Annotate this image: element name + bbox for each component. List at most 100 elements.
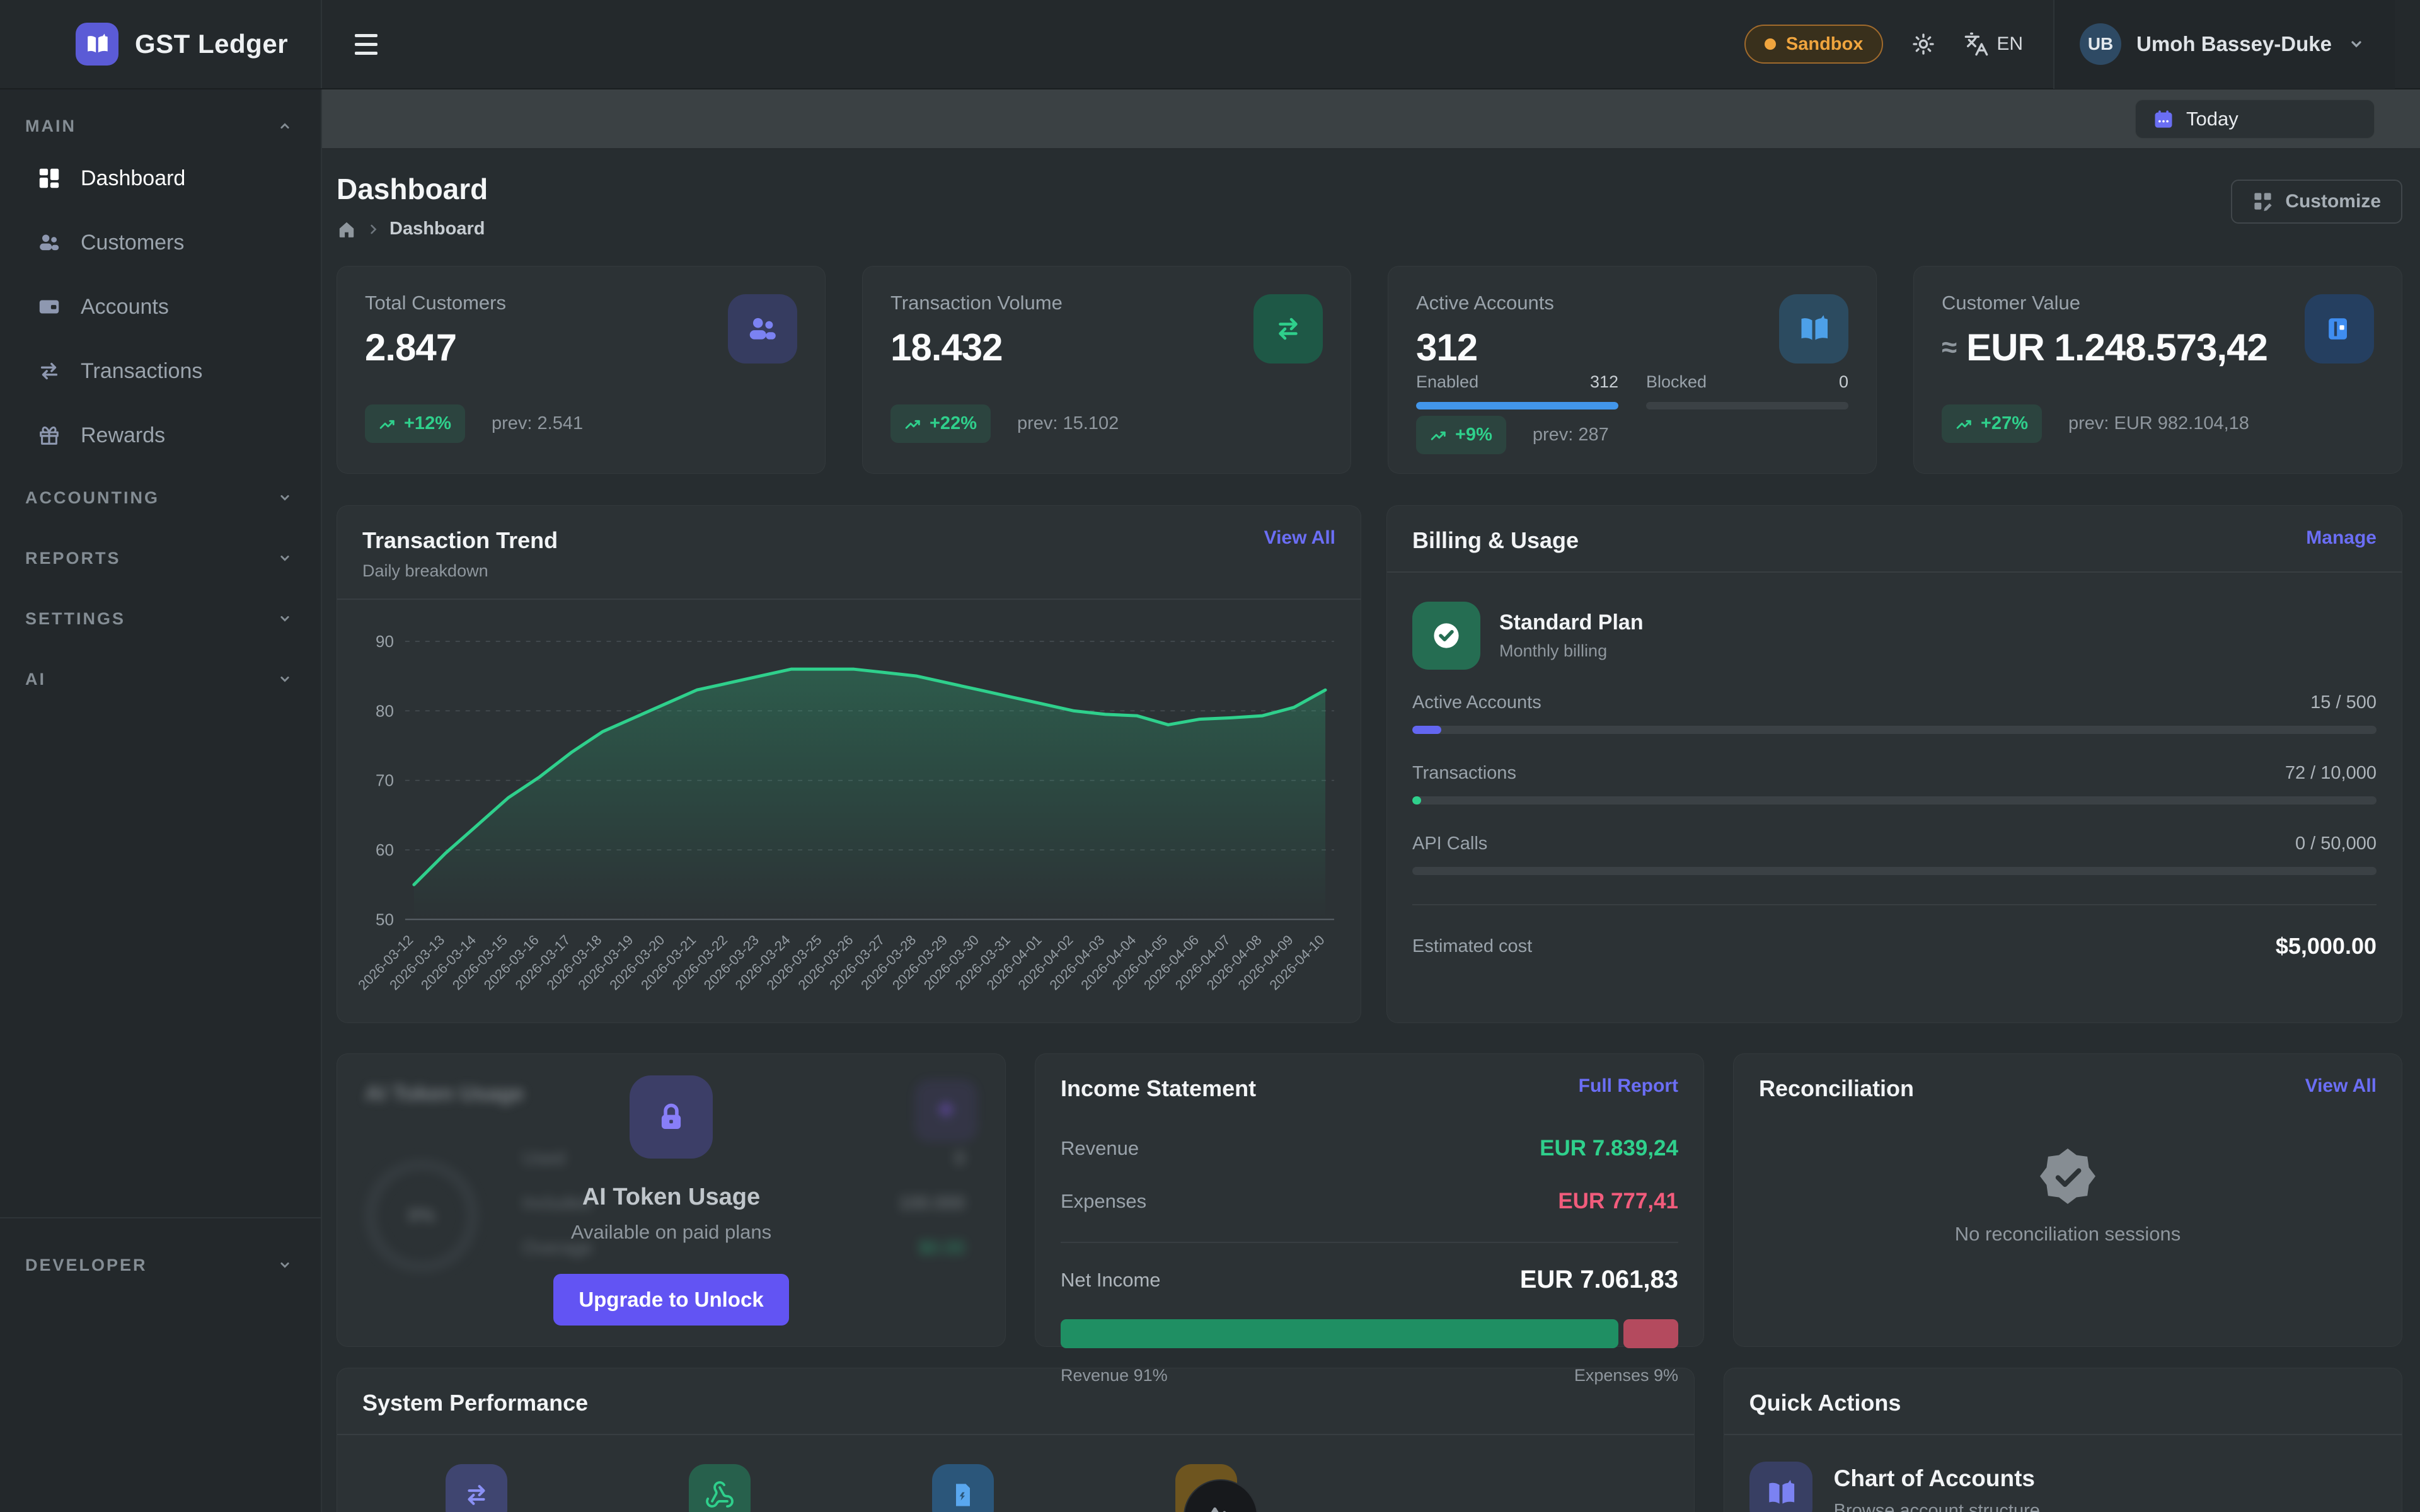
sidebar: MAIN Dashboard Customers Accounts bbox=[0, 89, 322, 1512]
sidebar-item-dashboard[interactable]: Dashboard bbox=[0, 146, 321, 210]
plan-name: Standard Plan bbox=[1499, 610, 1644, 635]
delta-badge: +27% bbox=[1942, 404, 2042, 443]
sidebar-toggle-button[interactable] bbox=[355, 24, 395, 64]
delta-badge: +9% bbox=[1416, 416, 1506, 454]
quick-action-chart-of-accounts[interactable]: Chart of Accounts Browse account structu… bbox=[1749, 1462, 2377, 1512]
sidebar-section-accounting[interactable]: ACCOUNTING bbox=[0, 467, 321, 528]
usage-list: Active Accounts 15 / 500 Transactions 72… bbox=[1387, 676, 2402, 875]
enabled-value: 312 bbox=[1590, 372, 1618, 392]
panel-subtitle: Daily breakdown bbox=[362, 561, 558, 581]
breadcrumb-current: Dashboard bbox=[389, 219, 485, 239]
panel-title: Quick Actions bbox=[1749, 1390, 1901, 1416]
sidebar-section-developer[interactable]: DEVELOPER bbox=[0, 1235, 321, 1295]
mountain-icon bbox=[1202, 1494, 1239, 1512]
transaction-trend-panel: Transaction Trend Daily breakdown View A… bbox=[337, 505, 1361, 1023]
upgrade-button[interactable]: Upgrade to Unlock bbox=[553, 1274, 788, 1326]
billing-usage-panel: Billing & Usage Manage Standard Plan Mon… bbox=[1386, 505, 2402, 1023]
delta-badge: +22% bbox=[890, 404, 991, 443]
sidebar-item-accounts[interactable]: Accounts bbox=[0, 275, 321, 339]
environment-badge[interactable]: Sandbox bbox=[1744, 25, 1883, 64]
chevron-down-icon bbox=[277, 550, 293, 566]
section-label: REPORTS bbox=[25, 549, 121, 568]
trend-up-icon bbox=[904, 415, 922, 433]
stats-row: Total Customers 2.847 +12% prev: 2.541 bbox=[337, 266, 2402, 474]
panel-title: Reconciliation bbox=[1759, 1075, 1914, 1102]
language-label: EN bbox=[1997, 33, 2023, 55]
sidebar-divider bbox=[0, 1217, 321, 1218]
expenses-value: EUR 777,41 bbox=[1558, 1189, 1678, 1214]
card-icon bbox=[2305, 294, 2374, 364]
topbar-spacer bbox=[395, 0, 1744, 88]
chevron-up-icon bbox=[277, 118, 293, 134]
customize-grid-icon bbox=[2252, 191, 2274, 212]
income-statement-card: Income Statement Full Report Revenue EUR… bbox=[1035, 1053, 1704, 1347]
revenue-row: Revenue EUR 7.839,24 bbox=[1061, 1136, 1678, 1161]
plan-row: Standard Plan Monthly billing bbox=[1387, 573, 2402, 676]
estimated-cost-value: $5,000.00 bbox=[2276, 933, 2377, 959]
dashboard-grid-icon bbox=[37, 166, 62, 191]
ai-overlay-subtitle: Available on paid plans bbox=[571, 1221, 771, 1244]
section-label: ACCOUNTING bbox=[25, 488, 159, 508]
view-all-link[interactable]: View All bbox=[1264, 527, 1335, 549]
sidebar-item-customers[interactable]: Customers bbox=[0, 210, 321, 275]
languages-icon bbox=[1964, 32, 1989, 57]
usage-label: Active Accounts bbox=[1412, 692, 1541, 713]
trend-up-icon bbox=[1430, 427, 1448, 444]
panel-title: Income Statement bbox=[1061, 1075, 1256, 1102]
revenue-caption: Revenue 91% bbox=[1061, 1366, 1168, 1385]
topbar-controls: Sandbox EN UB Umoh Bassey-Duke bbox=[1744, 0, 2420, 88]
user-menu[interactable]: UB Umoh Bassey-Duke bbox=[2053, 0, 2395, 89]
date-range-button[interactable]: Today bbox=[2135, 100, 2375, 139]
usage-progress bbox=[1412, 796, 1421, 805]
net-income-row: Net Income EUR 7.061,83 bbox=[1035, 1243, 1703, 1294]
calendar-icon bbox=[2152, 108, 2175, 130]
expenses-label: Expenses bbox=[1061, 1190, 1146, 1213]
content: Dashboard Dashboard Customize Total Cust… bbox=[322, 149, 2420, 1512]
sidebar-item-rewards[interactable]: Rewards bbox=[0, 403, 321, 467]
view-all-link[interactable]: View All bbox=[2305, 1075, 2377, 1097]
home-icon[interactable] bbox=[337, 219, 357, 239]
wallet-icon bbox=[37, 294, 62, 319]
enabled-blocked-bars: Enabled 312 Blocked 0 bbox=[1416, 372, 1848, 410]
prev-value: prev: 15.102 bbox=[1017, 413, 1119, 434]
manage-link[interactable]: Manage bbox=[2306, 527, 2377, 549]
revenue-expense-bar bbox=[1061, 1319, 1678, 1348]
sidebar-section-ai[interactable]: AI bbox=[0, 649, 321, 709]
usage-label: API Calls bbox=[1412, 833, 1487, 854]
empty-message: No reconciliation sessions bbox=[1955, 1223, 2181, 1246]
gift-icon bbox=[37, 423, 62, 448]
expenses-bar-segment bbox=[1623, 1319, 1678, 1348]
brand-name: GST Ledger bbox=[135, 29, 288, 59]
prev-value: prev: EUR 982.104,18 bbox=[2068, 413, 2249, 434]
sidebar-item-label: Accounts bbox=[81, 295, 169, 319]
sidebar-item-transactions[interactable]: Transactions bbox=[0, 339, 321, 403]
usage-row-transactions: Transactions 72 / 10,000 bbox=[1412, 763, 2377, 805]
net-income-value: EUR 7.061,83 bbox=[1520, 1266, 1678, 1294]
swap-arrows-icon bbox=[37, 358, 62, 384]
ai-overlay-title: AI Token Usage bbox=[582, 1184, 760, 1211]
sidebar-section-settings[interactable]: SETTINGS bbox=[0, 588, 321, 649]
ai-token-usage-card: AI Token Usage 0% Used0 Included100.000 … bbox=[337, 1053, 1006, 1347]
customize-label: Customize bbox=[2285, 191, 2381, 212]
badge-check-icon bbox=[2040, 1148, 2095, 1204]
theme-toggle-button[interactable] bbox=[1911, 32, 1936, 57]
revenue-value: EUR 7.839,24 bbox=[1540, 1136, 1678, 1161]
usage-value: 0 / 50,000 bbox=[2295, 833, 2377, 854]
full-report-link[interactable]: Full Report bbox=[1579, 1075, 1678, 1097]
usage-progress bbox=[1412, 726, 1441, 734]
plan-check-icon bbox=[1412, 602, 1480, 670]
section-label: AI bbox=[25, 670, 46, 689]
avatar: UB bbox=[2080, 23, 2121, 65]
customize-button[interactable]: Customize bbox=[2231, 180, 2402, 224]
users-icon bbox=[728, 294, 797, 364]
svg-text:50: 50 bbox=[376, 910, 394, 929]
language-switcher[interactable]: EN bbox=[1964, 32, 2023, 57]
sidebar-section-reports[interactable]: REPORTS bbox=[0, 528, 321, 588]
user-name: Umoh Bassey-Duke bbox=[2136, 32, 2332, 56]
usage-label: Transactions bbox=[1412, 763, 1516, 784]
brand: GST Ledger bbox=[0, 0, 322, 88]
date-range-label: Today bbox=[2186, 108, 2238, 130]
breadcrumb: Dashboard bbox=[337, 219, 488, 239]
sidebar-item-label: Dashboard bbox=[81, 166, 185, 191]
sidebar-section-main[interactable]: MAIN bbox=[0, 106, 321, 146]
